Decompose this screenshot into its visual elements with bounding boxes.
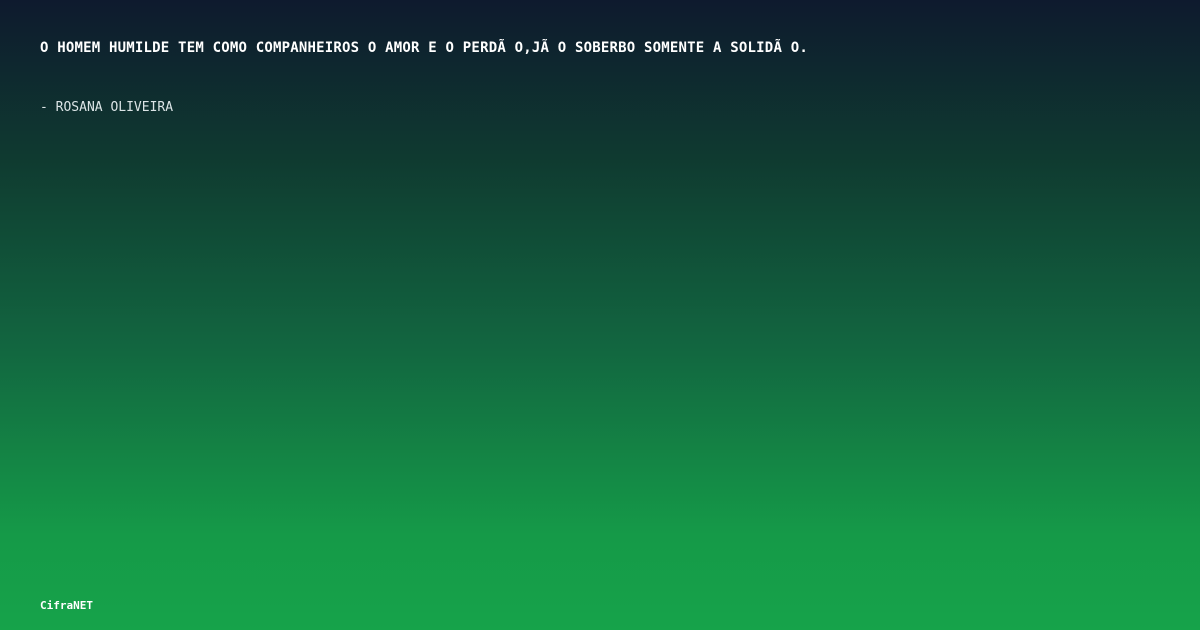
quote-card-background: O HOMEM HUMILDE TEM COMO COMPANHEIROS O …	[0, 0, 1200, 630]
quote-author: - ROSANA OLIVEIRA	[40, 100, 174, 115]
quote-text: O HOMEM HUMILDE TEM COMO COMPANHEIROS O …	[40, 40, 808, 56]
brand-logo-text: CifraNET	[40, 599, 93, 612]
